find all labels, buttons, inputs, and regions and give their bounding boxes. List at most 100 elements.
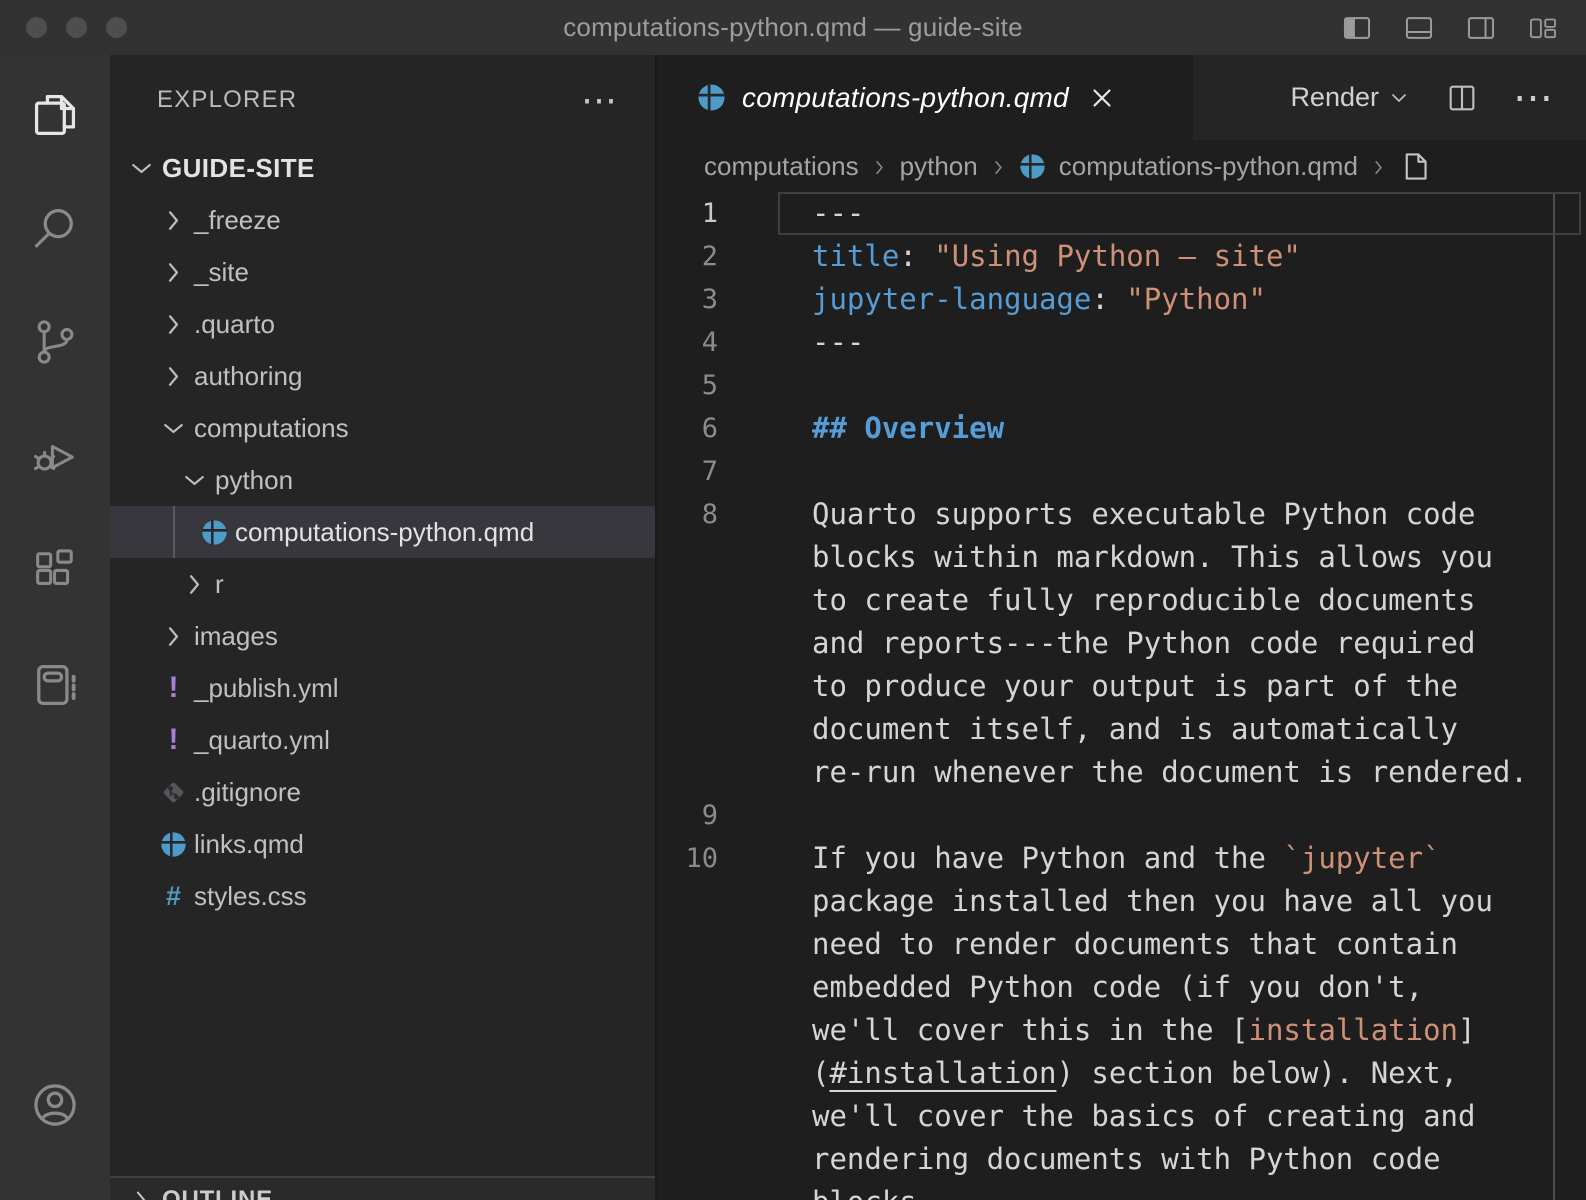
yaml-file-icon: ! [157,724,190,757]
code-link[interactable]: #installation [829,1056,1056,1090]
outline-section: OUTLINE [110,1176,655,1200]
line-number [657,1181,718,1200]
outline-header[interactable]: OUTLINE [110,1178,655,1200]
render-button[interactable]: Render [1290,82,1411,113]
tree-item--gitignore[interactable]: .gitignore [110,766,655,818]
tree-item-guide-site[interactable]: GUIDE-SITE [110,142,655,194]
tree-item-r[interactable]: r [110,558,655,610]
chevron-down-icon [157,412,190,445]
toggle-panel-button[interactable] [1402,11,1436,45]
breadcrumb-item-symbol[interactable] [1399,151,1430,182]
code-segment: title [812,239,899,273]
code-text: and reports---the Python code required [812,622,1475,665]
code-text: blocks. [812,1181,934,1200]
run-debug-icon[interactable] [29,430,81,482]
line-number: 3 [657,278,718,321]
tree-item-links-qmd[interactable]: links.qmd [110,818,655,870]
tree-item-label: authoring [194,361,302,392]
code-text: to produce your output is part of the [812,665,1458,708]
quarto-file-icon [697,83,726,112]
tree-item-computations-python-qmd[interactable]: computations-python.qmd [110,506,655,558]
line-number [657,1009,718,1052]
line-number [657,1052,718,1095]
explorer-icon[interactable] [29,89,81,141]
code-line-wrap: package installed then you have all you [657,880,1586,923]
file-tree: GUIDE-SITE_freeze_site .quarto authoring co… [110,142,655,922]
close-window-button[interactable] [26,17,47,38]
activity-bar [0,55,110,1200]
extensions-icon[interactable] [29,544,81,596]
line-number: 9 [657,794,718,837]
zoom-window-button[interactable] [106,17,127,38]
line-number: 4 [657,321,718,364]
code-segment: Quarto supports executable Python code [812,497,1475,531]
source-control-icon[interactable] [29,316,81,368]
close-tab-icon[interactable] [1087,83,1117,113]
quarto-file-icon [1019,153,1046,180]
toggle-secondary-sidebar-button[interactable] [1464,11,1498,45]
toggle-primary-sidebar-button[interactable] [1340,11,1374,45]
line-number [657,1095,718,1138]
tree-item-authoring[interactable]: authoring [110,350,655,402]
code-line-wrap: and reports---the Python code required [657,622,1586,665]
code-segment: blocks. [812,1185,934,1200]
code-segment: `jupyter` [1283,841,1440,875]
code-line-wrap: embedded Python code (if you don't, [657,966,1586,1009]
code-line-wrap: document itself, and is automatically [657,708,1586,751]
customize-layout-button[interactable] [1526,11,1560,45]
code-segment: ## Overview [812,411,1004,445]
tree-item-label: computations-python.qmd [235,517,534,548]
chevron-down-icon [178,464,211,497]
breadcrumb-separator-icon [868,155,891,178]
line-number [657,966,718,1009]
tree-item--quarto-yml[interactable]: !_quarto.yml [110,714,655,766]
tree-item-label: python [215,465,293,496]
render-label: Render [1290,82,1379,113]
tree-item--freeze[interactable]: _freeze [110,194,655,246]
quarto-file-icon [157,828,190,861]
explorer-more-actions-button[interactable]: ⋯ [581,95,619,105]
code-text: embedded Python code (if you don't, [812,966,1423,1009]
yaml-file-icon: ! [157,672,190,705]
breadcrumb-label: computations-python.qmd [1059,151,1358,182]
code-text: we'll cover this in the [installation] [812,1009,1475,1052]
tree-item-label: .quarto [194,309,275,340]
tree-item-label: _quarto.yml [194,725,330,756]
code-line-wrap: to produce your output is part of the [657,665,1586,708]
code-editor[interactable]: 1---2title: "Using Python — site"3jupyte… [657,192,1586,1200]
account-icon[interactable] [29,1079,81,1131]
tree-item-styles-css[interactable]: #styles.css [110,870,655,922]
code-line-10: 10If you have Python and the `jupyter` [657,837,1586,880]
tree-item-label: computations [194,413,349,444]
line-number: 8 [657,493,718,536]
code-line-2: 2title: "Using Python — site" [657,235,1586,278]
tree-item-computations[interactable]: computations [110,402,655,454]
chevron-right-icon [157,308,190,341]
tree-item--quarto[interactable]: .quarto [110,298,655,350]
code-line-wrap: we'll cover this in the [installation] [657,1009,1586,1052]
sidebar-title: EXPLORER [157,86,297,114]
search-icon[interactable] [29,202,81,254]
breadcrumb-item-computations[interactable]: computations [704,151,859,182]
tab-computations-python[interactable]: computations-python.qmd [657,55,1193,140]
code-line-wrap: to create fully reproducible documents [657,579,1586,622]
line-number [657,536,718,579]
split-editor-button[interactable] [1445,81,1479,115]
tree-item-images[interactable]: images [110,610,655,662]
tree-item--publish-yml[interactable]: !_publish.yml [110,662,655,714]
code-segment: embedded Python code (if you don't, [812,970,1423,1004]
chevron-right-icon [157,204,190,237]
editor-more-actions-button[interactable]: ⋯ [1513,88,1554,108]
quarto-file-icon [198,516,231,549]
minimize-window-button[interactable] [66,17,87,38]
title-bar: computations-python.qmd — guide-site [0,0,1586,55]
code-segment: : [899,239,934,273]
line-number: 1 [657,192,718,235]
breadcrumb-item-python[interactable]: python [900,151,978,182]
notebook-icon[interactable] [29,659,81,711]
page-icon [1399,151,1430,182]
breadcrumb-item-computations-python-qmd[interactable]: computations-python.qmd [1019,151,1358,182]
tree-item-python[interactable]: python [110,454,655,506]
tree-item--site[interactable]: _site [110,246,655,298]
code-line-wrap: blocks within markdown. This allows you [657,536,1586,579]
